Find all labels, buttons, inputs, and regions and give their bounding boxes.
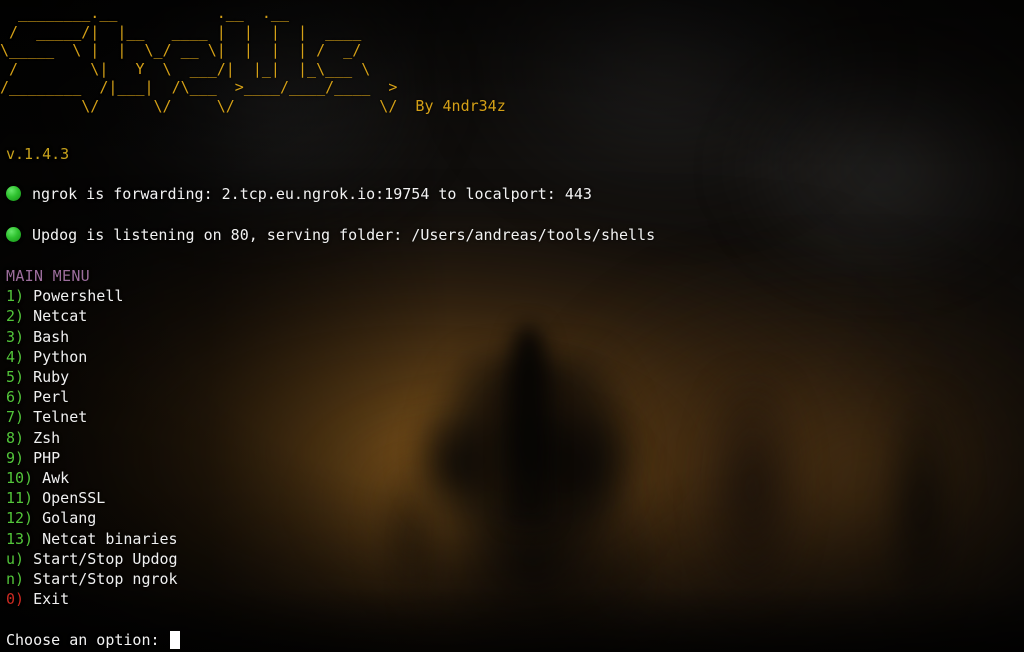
- menu-item-key: 2): [6, 307, 25, 326]
- menu-item-openssl[interactable]: 11) OpenSSL: [6, 488, 178, 508]
- menu-item-key: 12): [6, 509, 34, 528]
- menu-item-label: Netcat binaries: [42, 529, 178, 548]
- menu-item-spacer: [33, 489, 42, 507]
- terminal-window[interactable]: ________.__ .__ .__ / _____/| |__ ____ |…: [0, 0, 1024, 652]
- menu-item-spacer: [24, 388, 33, 406]
- status-line-ngrok: ngrok is forwarding: 2.tcp.eu.ngrok.io:1…: [6, 184, 592, 204]
- menu-item-spacer: [24, 287, 33, 305]
- menu-item-label: Bash: [33, 327, 70, 346]
- menu-item-spacer: [33, 530, 42, 548]
- menu-title: MAIN MENU: [6, 267, 90, 285]
- green-circle-icon: [6, 227, 21, 242]
- menu-item-zsh[interactable]: 8) Zsh: [6, 428, 178, 448]
- menu-item-start-stop-updog[interactable]: u) Start/Stop Updog: [6, 549, 178, 569]
- menu-item-start-stop-ngrok[interactable]: n) Start/Stop ngrok: [6, 569, 178, 589]
- menu-item-key: 4): [6, 347, 25, 366]
- menu-item-key: 11): [6, 489, 34, 508]
- menu-item-label: Golang: [42, 509, 97, 528]
- banner-line-6-author-credit: \/ \/ \/ \/ By 4ndr34z: [0, 96, 506, 115]
- menu-item-spacer: [24, 348, 33, 366]
- menu-item-spacer: [24, 307, 33, 325]
- menu-item-key: 5): [6, 368, 25, 387]
- menu-item-key: u): [6, 549, 25, 568]
- menu-item-label: OpenSSL: [42, 489, 106, 508]
- menu-item-bash[interactable]: 3) Bash: [6, 327, 178, 347]
- menu-item-netcat-binaries[interactable]: 13) Netcat binaries: [6, 529, 178, 549]
- banner-line-5: /________ /|___| /\___ >____/____/____ >: [0, 78, 398, 96]
- menu-item-key: 10): [6, 469, 34, 488]
- menu-item-key: 6): [6, 388, 25, 407]
- ascii-art-banner: ________.__ .__ .__ / _____/| |__ ____ |…: [0, 4, 506, 115]
- menu-item-key: 3): [6, 327, 25, 346]
- prompt-line[interactable]: Choose an option:: [6, 630, 180, 650]
- console-output: ________.__ .__ .__ / _____/| |__ ____ |…: [0, 0, 1024, 652]
- menu-item-label: Start/Stop ngrok: [33, 570, 178, 589]
- menu-item-spacer: [24, 570, 33, 588]
- menu-item-spacer: [33, 469, 42, 487]
- menu-item-label: Powershell: [33, 287, 124, 306]
- banner-line-3: \_____ \ | | \_/ __ \| | | | / _/: [0, 41, 362, 59]
- menu-item-spacer: [24, 328, 33, 346]
- menu-item-netcat[interactable]: 2) Netcat: [6, 306, 178, 326]
- menu-item-key: 9): [6, 448, 25, 467]
- menu-item-label: Awk: [42, 469, 70, 488]
- status-line-updog: Updog is listening on 80, serving folder…: [6, 225, 655, 245]
- menu-item-php[interactable]: 9) PHP: [6, 448, 178, 468]
- menu-item-perl[interactable]: 6) Perl: [6, 387, 178, 407]
- banner-line-1: ________.__ .__ .__: [0, 4, 362, 22]
- menu-item-awk[interactable]: 10) Awk: [6, 468, 178, 488]
- green-circle-icon: [6, 186, 21, 201]
- menu-item-ruby[interactable]: 5) Ruby: [6, 367, 178, 387]
- menu-item-spacer: [33, 509, 42, 527]
- menu-item-list: 1) Powershell 2) Netcat 3) Bash 4) Python 5)…: [6, 286, 178, 609]
- status-ngrok-text: ngrok is forwarding: 2.tcp.eu.ngrok.io:1…: [32, 185, 592, 203]
- menu-item-python[interactable]: 4) Python: [6, 347, 178, 367]
- menu-item-spacer: [24, 408, 33, 426]
- version-label: v.1.4.3: [6, 145, 70, 163]
- menu-item-spacer: [24, 429, 33, 447]
- menu-item-label: Python: [33, 347, 88, 366]
- menu-item-powershell[interactable]: 1) Powershell: [6, 286, 178, 306]
- menu-item-label: Netcat: [33, 307, 88, 326]
- menu-item-key: 7): [6, 408, 25, 427]
- menu-item-spacer: [24, 368, 33, 386]
- menu-item-label: Ruby: [33, 368, 70, 387]
- banner-line-2: / _____/| |__ ____ | | | | ____: [0, 22, 362, 41]
- menu-item-exit[interactable]: 0) Exit: [6, 589, 178, 609]
- menu-item-label: Telnet: [33, 408, 88, 427]
- text-cursor[interactable]: [169, 631, 180, 649]
- main-menu: MAIN MENU 1) Powershell 2) Netcat 3) Bash 4…: [6, 266, 178, 609]
- menu-item-spacer: [24, 590, 33, 608]
- menu-item-telnet[interactable]: 7) Telnet: [6, 407, 178, 427]
- menu-item-label: Zsh: [33, 428, 61, 447]
- menu-item-key: n): [6, 570, 25, 589]
- menu-item-key: 8): [6, 428, 25, 447]
- menu-item-spacer: [24, 550, 33, 568]
- status-updog-text: Updog is listening on 80, serving folder…: [32, 226, 656, 244]
- menu-item-spacer: [24, 449, 33, 467]
- menu-item-label: PHP: [33, 448, 61, 467]
- prompt-label: Choose an option:: [6, 631, 160, 649]
- banner-line-4: / \| Y \ ___/| |_| |_\___ \: [0, 59, 371, 78]
- menu-item-key: 13): [6, 529, 34, 548]
- menu-item-label: Perl: [33, 388, 70, 407]
- menu-item-golang[interactable]: 12) Golang: [6, 508, 178, 528]
- menu-item-label: Start/Stop Updog: [33, 549, 178, 568]
- menu-item-key: 0): [6, 590, 25, 609]
- menu-item-label: Exit: [33, 590, 70, 609]
- menu-item-key: 1): [6, 287, 25, 306]
